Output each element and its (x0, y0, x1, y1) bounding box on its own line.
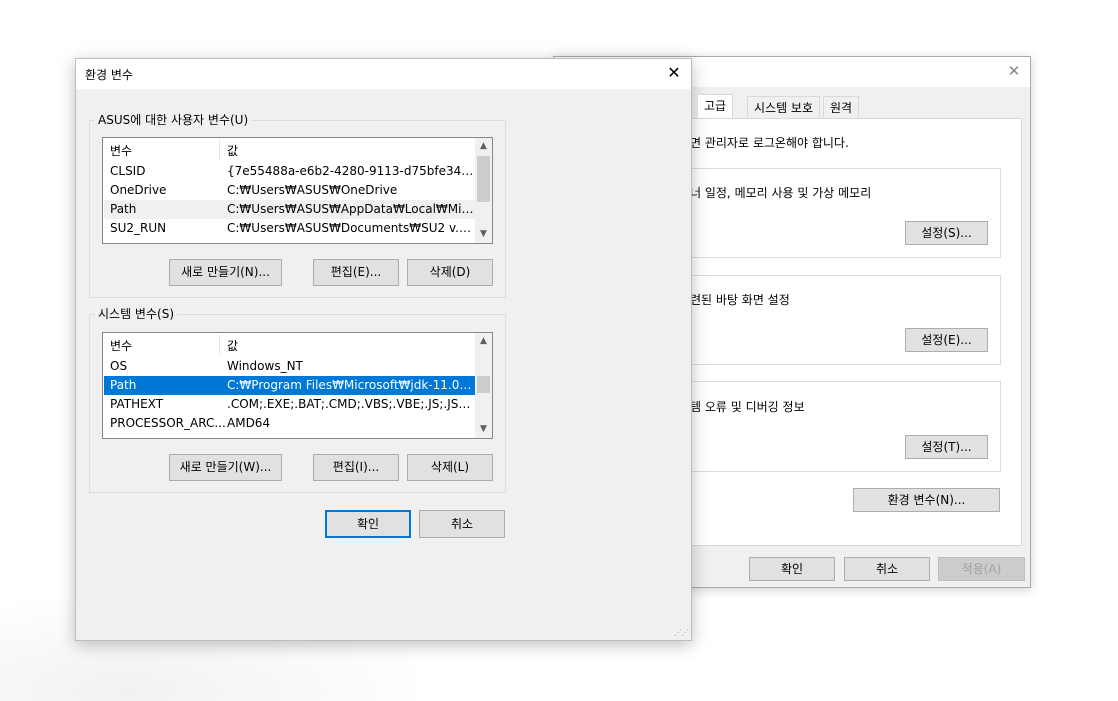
user-delete-button[interactable]: 삭제(D) (407, 259, 493, 286)
user-profiles-description: 련된 바탕 화면 설정 (690, 293, 790, 307)
tab-remote[interactable]: 원격 (823, 96, 860, 118)
column-divider[interactable] (219, 335, 220, 355)
list-item[interactable]: Path C:₩Users₩ASUS₩AppData₩Local₩Microso… (104, 200, 476, 219)
variable-name: OneDrive (110, 183, 167, 197)
ok-button[interactable]: 확인 (325, 510, 411, 538)
tab-label: 원격 (830, 101, 853, 115)
system-new-button[interactable]: 새로 만들기(W)... (169, 454, 282, 481)
scrollbar-thumb[interactable] (477, 376, 490, 393)
user-variables-list[interactable]: 변수 값 CLSID {7e55488a-e6b2-4280-9113-d75b… (102, 137, 493, 244)
startup-recovery-settings-button[interactable]: 설정(T)... (905, 435, 988, 459)
cancel-button[interactable]: 취소 (419, 510, 505, 538)
variable-name: PROCESSOR_ARC... (110, 416, 226, 430)
tab-system-protection[interactable]: 시스템 보호 (747, 96, 821, 118)
startup-recovery-description: 템 오류 및 디버깅 정보 (690, 400, 805, 414)
variable-value: C:₩Users₩ASUS₩Documents₩SU2 v.7.5.0-... (227, 221, 475, 235)
ok-button[interactable]: 확인 (749, 557, 835, 581)
list-item-selected[interactable]: Path C:₩Program Files₩Microsoft₩jdk-11.0… (104, 376, 476, 395)
list-item[interactable]: PATHEXT .COM;.EXE;.BAT;.CMD;.VBS;.VBE;.J… (104, 395, 476, 414)
user-new-button[interactable]: 새로 만들기(N)... (169, 259, 282, 286)
admin-note: 면 관리자로 로그온해야 합니다. (690, 136, 849, 150)
list-header: 변수 값 (103, 138, 476, 160)
variable-name: PATHEXT (110, 397, 164, 411)
list-item[interactable]: OS Windows_NT (104, 357, 476, 376)
vertical-scrollbar[interactable]: ▲ ▼ (475, 333, 492, 438)
environment-variables-button[interactable]: 환경 변수(N)... (853, 488, 1000, 512)
scrollbar-thumb[interactable] (477, 156, 490, 202)
variable-value: .COM;.EXE;.BAT;.CMD;.VBS;.VBE;.JS;.JSE;.… (227, 397, 475, 411)
column-header-variable[interactable]: 변수 (110, 142, 132, 159)
variable-value: C:₩Program Files₩Microsoft₩jdk-11.0.12.7… (227, 378, 475, 392)
user-profiles-settings-button[interactable]: 설정(E)... (905, 328, 988, 352)
column-divider[interactable] (219, 140, 220, 160)
system-edit-button[interactable]: 편집(I)... (313, 454, 399, 481)
variable-value: Windows_NT (227, 359, 303, 373)
tab-label: 시스템 보호 (754, 101, 814, 115)
variable-name: Path (110, 202, 137, 216)
variable-name: Path (110, 378, 137, 392)
chevron-up-icon[interactable]: ▲ (475, 333, 492, 350)
close-icon[interactable]: ✕ (1006, 63, 1022, 79)
tab-label: 고급 (704, 99, 727, 113)
cancel-button[interactable]: 취소 (844, 557, 930, 581)
variable-value: C:₩Users₩ASUS₩AppData₩Local₩Microso... (227, 202, 475, 216)
vertical-scrollbar[interactable]: ▲ ▼ (475, 138, 492, 243)
list-item[interactable]: CLSID {7e55488a-e6b2-4280-9113-d75bfe347… (104, 162, 476, 181)
variable-value: {7e55488a-e6b2-4280-9113-d75bfe34737... (227, 164, 475, 178)
resize-grip-icon[interactable]: ⋰⋰ (674, 628, 689, 637)
apply-button[interactable]: 적용(A) (938, 557, 1025, 581)
env-dialog-titlebar: 환경 변수 ✕ (76, 59, 691, 89)
variable-name: OS (110, 359, 128, 373)
variable-name: SU2_RUN (110, 221, 167, 235)
environment-variables-dialog: 환경 변수 ✕ ASUS에 대한 사용자 변수(U) 변수 값 CLSID {7… (75, 58, 692, 641)
chevron-up-icon[interactable]: ▲ (475, 138, 492, 155)
list-item[interactable]: SU2_RUN C:₩Users₩ASUS₩Documents₩SU2 v.7.… (104, 219, 476, 238)
column-header-value[interactable]: 값 (227, 142, 238, 159)
tab-advanced[interactable]: 고급 (697, 94, 734, 118)
variable-name: CLSID (110, 164, 146, 178)
performance-settings-button[interactable]: 설정(S)... (905, 221, 988, 245)
system-delete-button[interactable]: 삭제(L) (407, 454, 493, 481)
list-item[interactable]: PROCESSOR_ARC... AMD64 (104, 414, 476, 433)
column-header-value[interactable]: 값 (227, 337, 238, 354)
user-variables-legend: ASUS에 대한 사용자 변수(U) (95, 111, 252, 128)
close-icon[interactable]: ✕ (664, 63, 684, 83)
chevron-down-icon[interactable]: ▼ (475, 226, 492, 243)
performance-description: 너 일정, 메모리 사용 및 가상 메모리 (690, 186, 872, 200)
list-header: 변수 값 (103, 333, 476, 355)
chevron-down-icon[interactable]: ▼ (475, 421, 492, 438)
user-edit-button[interactable]: 편집(E)... (313, 259, 399, 286)
system-variables-list[interactable]: 변수 값 OS Windows_NT Path C:₩Program Files… (102, 332, 493, 439)
system-variables-legend: 시스템 변수(S) (95, 305, 177, 322)
column-header-variable[interactable]: 변수 (110, 337, 132, 354)
dialog-title: 환경 변수 (85, 68, 133, 82)
variable-value: AMD64 (227, 416, 271, 430)
variable-value: C:₩Users₩ASUS₩OneDrive (227, 183, 398, 197)
list-item[interactable]: OneDrive C:₩Users₩ASUS₩OneDrive (104, 181, 476, 200)
